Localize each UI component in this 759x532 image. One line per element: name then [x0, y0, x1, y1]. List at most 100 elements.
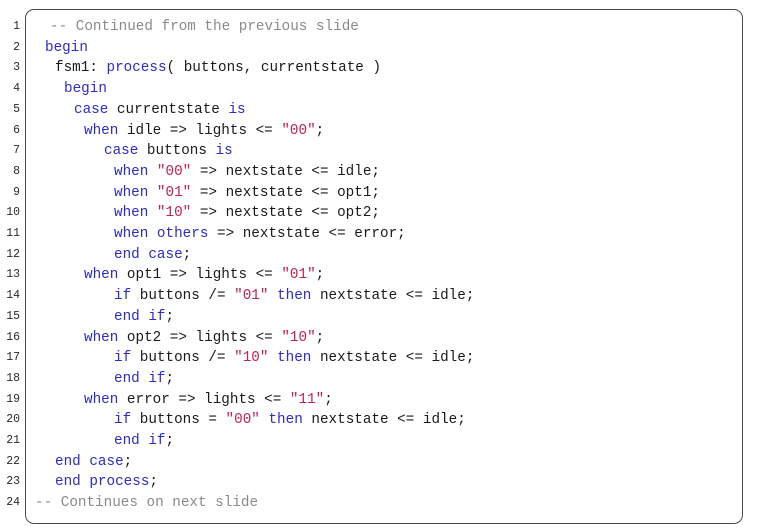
code-token-plain: ;	[182, 246, 192, 263]
code-token-string: "01"	[156, 184, 192, 201]
code-token-plain: buttons	[138, 143, 216, 160]
code-line: end if;	[114, 307, 174, 328]
code-token-plain: buttons /=	[131, 288, 235, 305]
code-token-plain: buttons /=	[131, 350, 235, 367]
code-token-keyword: end	[114, 370, 140, 387]
code-line: if buttons /= "10" then nextstate <= idl…	[114, 348, 474, 369]
code-token-plain: fsm1:	[55, 60, 107, 77]
code-token-plain: => nextstate <= error;	[208, 226, 406, 242]
line-number: 3	[13, 61, 20, 75]
code-token-keyword: end	[114, 433, 140, 449]
code-token-comment: -- Continued from the previous slide	[50, 19, 359, 35]
line-number: 15	[6, 309, 20, 323]
code-line: when others => nextstate <= error;	[114, 224, 406, 245]
code-token-keyword: when	[114, 205, 149, 222]
line-number: 6	[13, 123, 20, 137]
code-token-keyword: when	[84, 122, 119, 139]
code-line: end process;	[55, 472, 158, 493]
code-token-plain: => nextstate <= idle;	[191, 163, 380, 180]
code-token-string: "10"	[156, 205, 192, 222]
code-token-keyword: when	[84, 329, 119, 346]
line-number: 10	[6, 206, 20, 220]
code-token-string: "00"	[156, 163, 192, 180]
line-number: 7	[13, 144, 20, 158]
code-token-plain: opt1 => lights <=	[118, 267, 282, 284]
line-number: 8	[13, 164, 20, 178]
code-token-keyword: when	[114, 184, 149, 201]
code-line: end if;	[114, 431, 174, 452]
code-token-string: "01"	[234, 288, 269, 305]
code-token-plain: ;	[123, 453, 133, 470]
code-token-keyword: process	[89, 474, 150, 491]
page: { "code": { "lines": [ {"n": "1", "token…	[0, 0, 759, 532]
code-token-keyword: when	[114, 163, 149, 180]
code-token-keyword: is	[215, 143, 233, 160]
line-number: 13	[6, 268, 20, 282]
code-token-plain: nextstate <= idle;	[311, 350, 475, 367]
code-token-plain: nextstate <= idle;	[311, 288, 475, 305]
code-line: when "01" => nextstate <= opt1;	[114, 183, 380, 204]
line-number: 9	[13, 185, 20, 199]
code-token-plain: currentstate	[108, 101, 229, 118]
code-token-keyword: case	[104, 143, 139, 160]
code-token-keyword: if	[114, 288, 132, 305]
line-number: 18	[6, 371, 20, 385]
code-token-keyword: if	[148, 308, 166, 325]
line-number: 1	[13, 20, 20, 33]
line-number: 14	[6, 289, 20, 303]
code-line: if buttons = "00" then nextstate <= idle…	[114, 410, 466, 431]
code-line: begin	[45, 38, 88, 59]
code-token-plain: ;	[149, 474, 158, 491]
code-token-keyword: if	[148, 433, 166, 449]
line-number: 17	[6, 351, 20, 365]
code-token-plain: ;	[315, 122, 325, 139]
line-number: 23	[6, 475, 20, 489]
code-token-plain: ;	[315, 329, 325, 346]
code-token-string: "00"	[225, 412, 260, 429]
code-token-keyword: others	[156, 226, 209, 242]
code-line: when error => lights <= "11";	[84, 390, 333, 411]
line-number: 19	[6, 392, 20, 406]
code-token-string: "11"	[289, 391, 325, 408]
code-token-keyword: case	[89, 453, 124, 470]
code-token-keyword: end	[114, 246, 140, 263]
code-token-plain: buttons =	[131, 412, 226, 429]
code-token-keyword: begin	[64, 81, 107, 98]
code-token-plain: opt2 => lights <=	[118, 329, 282, 346]
code-token-plain: nextstate <= idle;	[302, 412, 466, 429]
code-token-keyword: then	[268, 412, 303, 429]
line-number: 4	[13, 82, 20, 96]
line-number: 24	[6, 496, 20, 510]
code-line: case currentstate is	[74, 100, 246, 121]
code-token-plain: idle => lights <=	[118, 122, 282, 139]
code-token-comment: -- Continues on next slide	[35, 495, 259, 512]
code-token-plain: ;	[315, 267, 325, 284]
code-token-keyword: if	[114, 350, 132, 367]
code-line: end if;	[114, 369, 174, 390]
code-line: -- Continues on next slide	[35, 493, 258, 514]
code-token-keyword: end	[114, 308, 140, 325]
line-number: 12	[6, 247, 20, 261]
code-token-plain: => nextstate <= opt2;	[191, 205, 380, 222]
code-token-keyword: if	[148, 370, 166, 387]
code-token-keyword: process	[106, 60, 167, 77]
code-line: end case;	[55, 452, 132, 473]
code-line: when "00" => nextstate <= idle;	[114, 162, 380, 183]
code-token-keyword: is	[228, 101, 246, 118]
code-token-keyword: then	[277, 350, 312, 367]
code-token-keyword: end	[55, 474, 81, 491]
code-token-plain: ;	[165, 370, 175, 387]
code-token-keyword: when	[114, 226, 149, 242]
code-token-keyword: if	[114, 412, 132, 429]
code-token-string: "10"	[234, 350, 269, 367]
code-token-string: "10"	[281, 329, 316, 346]
code-line: end case;	[114, 245, 191, 266]
code-token-keyword: case	[148, 246, 183, 263]
code-line: when idle => lights <= "00";	[84, 121, 324, 142]
code-token-keyword: then	[277, 288, 312, 305]
code-token-keyword: begin	[45, 39, 88, 56]
